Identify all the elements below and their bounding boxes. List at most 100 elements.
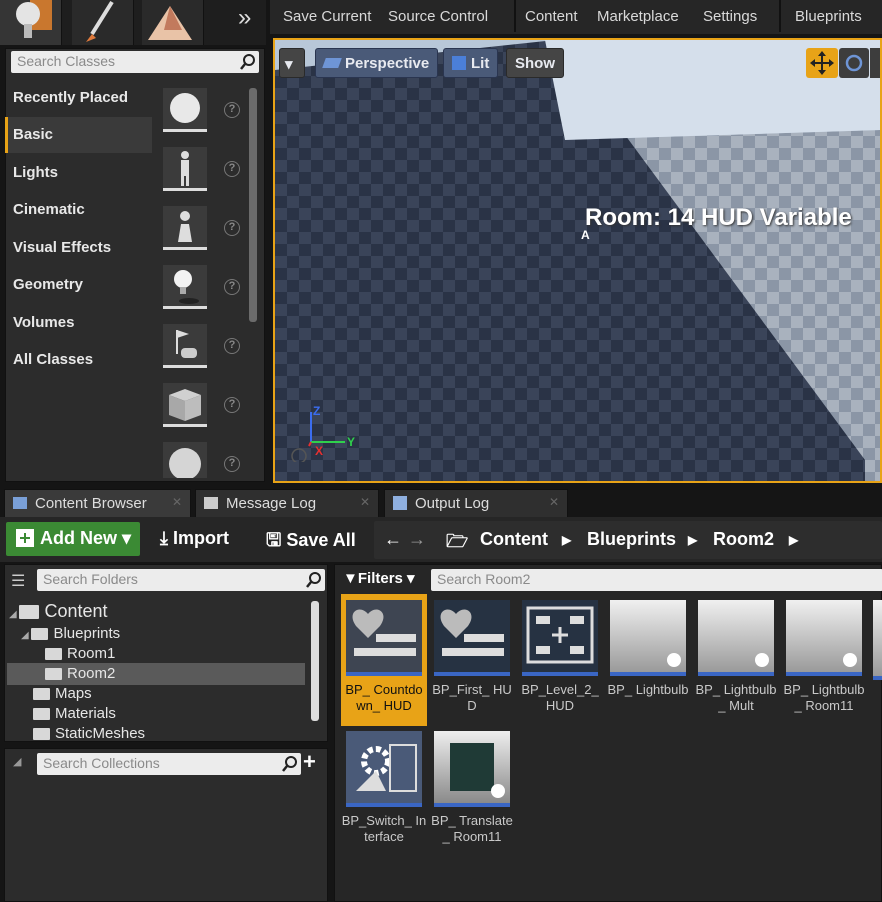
save-current-button[interactable]: Save Current — [283, 8, 371, 25]
tree-item-materials[interactable]: Materials — [33, 705, 116, 722]
help-icon[interactable]: ? — [224, 456, 240, 472]
help-icon[interactable]: ? — [224, 397, 240, 413]
tree-item-materials-label: Materials — [55, 705, 116, 722]
category-lights[interactable]: Lights — [5, 155, 152, 191]
translate-tool-button[interactable] — [806, 48, 838, 78]
search-icon — [306, 572, 321, 588]
chevron-right-icon[interactable]: ▶ — [688, 533, 697, 547]
viewport-menu-button[interactable]: ▾ — [279, 48, 305, 78]
help-icon[interactable]: ? — [224, 161, 240, 177]
tree-item-blueprints[interactable]: ◢ Blueprints — [21, 625, 120, 642]
tree-item-maps-label: Maps — [55, 685, 92, 702]
filter-icon: ▼ — [343, 570, 358, 587]
category-geometry[interactable]: Geometry — [5, 267, 152, 303]
chevron-right-icon[interactable]: ▶ — [562, 533, 571, 547]
hud-marker: A — [581, 228, 590, 242]
category-basic[interactable]: Basic — [5, 117, 152, 153]
folder-icon — [33, 708, 50, 721]
save-all-button[interactable]: 🖫 Save All — [256, 522, 366, 556]
help-icon[interactable]: ? — [224, 220, 240, 236]
level-viewport[interactable]: ▾ Perspective Lit Show Room: 14 HUD Vari… — [273, 38, 882, 483]
category-recently-placed[interactable]: Recently Placed — [5, 80, 152, 116]
asset-tile[interactable]: BP_ Translate_ Room11 — [429, 731, 515, 845]
breadcrumb-room2[interactable]: Room2 — [713, 529, 774, 550]
perspective-button[interactable]: Perspective — [315, 48, 439, 78]
output-log-icon — [393, 496, 407, 510]
show-button[interactable]: Show — [506, 48, 564, 78]
asset-tile[interactable]: BP_Level_2_ HUD — [517, 600, 603, 714]
help-icon[interactable]: ? — [224, 102, 240, 118]
filters-button[interactable]: ▼Filters ▾ — [343, 569, 415, 587]
folder-icon — [45, 668, 62, 681]
asset-tile[interactable]: BP_ Lightbulb — [605, 600, 691, 698]
lit-button[interactable]: Lit — [443, 48, 499, 78]
blueprints-button[interactable]: Blueprints — [795, 8, 862, 25]
search-collections-placeholder: Search Collections — [43, 755, 160, 771]
scale-tool-button[interactable] — [870, 48, 880, 78]
category-all-classes[interactable]: All Classes — [5, 342, 152, 378]
rotate-icon — [845, 54, 863, 72]
asset-tile[interactable]: BP_Switch_ Interface — [341, 731, 427, 845]
character-icon[interactable] — [163, 147, 207, 191]
add-new-button[interactable]: Add New ▾ — [6, 522, 140, 556]
breadcrumb-blueprints[interactable]: Blueprints — [587, 529, 676, 550]
tab-close-icon[interactable]: ✕ — [549, 495, 559, 509]
content-button[interactable]: Content — [525, 8, 578, 25]
search-collections-input[interactable]: Search Collections — [37, 753, 301, 775]
asset-tile[interactable]: BP_ Lightbulb_ Mult — [693, 600, 779, 714]
search-folders-input[interactable]: Search Folders — [37, 569, 325, 591]
source-control-button[interactable]: Source Control — [388, 8, 488, 25]
landscape-mode-tab[interactable] — [142, 0, 204, 45]
tab-message-log[interactable]: Message Log ✕ — [195, 489, 379, 517]
tree-item-room2-label: Room2 — [67, 665, 116, 682]
save-icon: 🖫 — [266, 530, 287, 550]
help-icon[interactable]: ? — [224, 279, 240, 295]
tree-item-maps[interactable]: Maps — [33, 685, 92, 702]
paint-mode-tab[interactable] — [72, 0, 134, 45]
point-light-icon[interactable] — [163, 265, 207, 309]
place-mode-tab[interactable] — [0, 0, 62, 45]
category-visual-effects[interactable]: Visual Effects — [5, 230, 152, 266]
asset-tile-partial[interactable] — [873, 600, 882, 680]
more-modes-icon[interactable]: » — [238, 4, 251, 32]
marketplace-button[interactable]: Marketplace — [597, 8, 679, 25]
rotate-tool-button[interactable] — [839, 48, 869, 78]
asset-label: BP_ Lightbulb_ Room11 — [783, 682, 865, 713]
collapse-arrow-icon[interactable]: ◢ — [13, 755, 21, 768]
category-cinematic[interactable]: Cinematic — [5, 192, 152, 228]
place-scrollbar[interactable] — [249, 88, 257, 322]
folders-scrollbar[interactable] — [311, 601, 319, 721]
add-collection-icon[interactable]: + — [303, 749, 316, 775]
search-assets-input[interactable]: Search Room2 — [431, 569, 882, 591]
back-arrow-icon[interactable]: ← — [384, 529, 402, 550]
tree-item-room1[interactable]: Room1 — [45, 645, 115, 662]
breadcrumb-content[interactable]: Content — [480, 529, 548, 550]
tree-item-content[interactable]: ◢ Content — [9, 601, 108, 622]
sphere-icon[interactable] — [163, 442, 207, 480]
asset-tile[interactable]: BP_First_ HUD — [429, 600, 515, 714]
chevron-right-icon[interactable]: ▶ — [789, 533, 798, 547]
forward-arrow-icon[interactable]: → — [408, 529, 426, 550]
cube-icon[interactable] — [163, 383, 207, 427]
level-hud-icon — [522, 600, 598, 676]
folder-icon — [31, 628, 49, 641]
tree-toggle-icon[interactable]: ☰ — [11, 571, 25, 591]
search-classes-input[interactable]: Search Classes — [11, 51, 259, 73]
folder-icon — [33, 728, 50, 741]
asset-tile[interactable]: BP_ Lightbulb_ Room11 — [781, 600, 867, 714]
tree-item-room2[interactable]: Room2 — [45, 665, 115, 682]
tree-item-staticmeshes[interactable]: StaticMeshes — [33, 725, 145, 742]
tab-content-browser[interactable]: Content Browser ✕ — [4, 489, 191, 517]
settings-button[interactable]: Settings — [703, 8, 757, 25]
tab-output-log[interactable]: Output Log ✕ — [384, 489, 568, 517]
empty-actor-icon[interactable] — [163, 88, 207, 132]
asset-tile[interactable]: BP_ Countdown_ HUD — [341, 594, 427, 726]
help-icon[interactable]: ? — [224, 338, 240, 354]
player-start-icon[interactable] — [163, 324, 207, 368]
pawn-icon[interactable] — [163, 206, 207, 250]
import-label: Import — [172, 528, 229, 548]
category-volumes[interactable]: Volumes — [5, 305, 152, 341]
tab-close-icon[interactable]: ✕ — [360, 495, 370, 509]
import-button[interactable]: ⤓ Import — [150, 522, 239, 556]
tab-close-icon[interactable]: ✕ — [172, 495, 182, 509]
